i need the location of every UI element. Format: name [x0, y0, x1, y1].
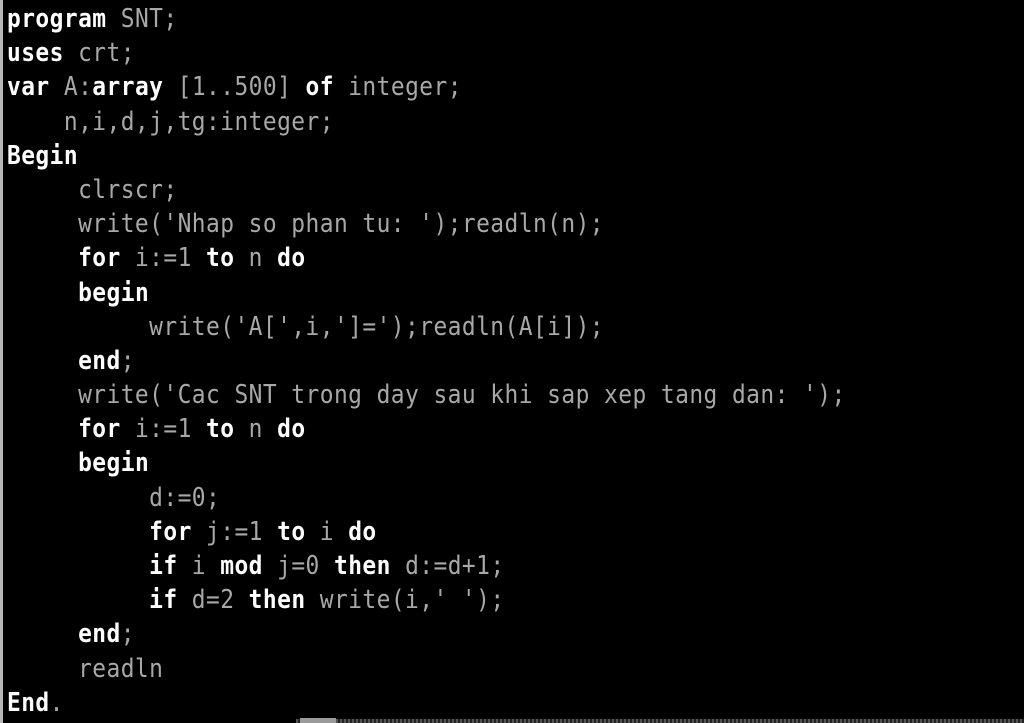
keyword-token: then	[248, 585, 306, 616]
keyword-token: for	[78, 243, 121, 274]
code-token: A:	[49, 72, 93, 103]
code-token: i:=1	[120, 243, 207, 274]
code-token: .	[49, 687, 64, 718]
code-line[interactable]: End.	[7, 686, 846, 720]
keyword-token: for	[149, 516, 192, 547]
keyword-token: do	[348, 516, 377, 547]
code-token: ;	[120, 345, 135, 376]
code-line[interactable]: end;	[7, 344, 846, 378]
code-line[interactable]: program SNT;	[7, 2, 846, 36]
keyword-token: array	[92, 72, 164, 103]
keyword-token: then	[333, 551, 391, 581]
code-token: n	[234, 243, 278, 274]
code-token: write(i,' ');	[305, 585, 505, 616]
keyword-token: End	[7, 687, 50, 718]
code-token: d:=0;	[7, 482, 221, 513]
code-line[interactable]: readln	[7, 652, 846, 686]
code-line[interactable]: var A:array [1..500] of integer;	[7, 70, 846, 104]
keyword-token: if	[149, 551, 178, 581]
code-token: crt;	[63, 38, 135, 69]
code-line[interactable]: n,i,d,j,tg:integer;	[7, 105, 846, 139]
code-token: ;	[120, 619, 135, 650]
code-token: readln	[7, 653, 164, 684]
code-token: i	[305, 516, 349, 547]
code-token: clrscr;	[7, 174, 178, 205]
code-token: SNT;	[106, 4, 178, 34]
code-line[interactable]: begin	[7, 446, 846, 480]
keyword-token: to	[206, 243, 235, 274]
keyword-token: uses	[7, 38, 64, 69]
code-token: write('Nhap so phan tu: ');readln(n);	[7, 209, 605, 240]
code-line[interactable]: end;	[7, 617, 846, 651]
code-line[interactable]: write('Cac SNT trong day sau khi sap xep…	[7, 378, 846, 412]
code-line[interactable]: for j:=1 to i do	[7, 515, 846, 549]
keyword-token: end	[78, 345, 121, 376]
code-token: write('Cac SNT trong day sau khi sap xep…	[7, 380, 846, 411]
horizontal-scrollbar[interactable]	[296, 719, 1024, 723]
code-line[interactable]: if i mod j=0 then d:=d+1;	[7, 549, 846, 583]
code-line[interactable]: Begin	[7, 139, 846, 173]
keyword-token: for	[78, 414, 121, 445]
keyword-token: Begin	[7, 140, 79, 171]
keyword-token: mod	[220, 551, 263, 581]
code-token: i	[177, 551, 221, 581]
keyword-token: program	[7, 4, 107, 34]
code-token: i:=1	[120, 414, 207, 445]
keyword-token: if	[149, 585, 178, 616]
keyword-token: to	[206, 414, 235, 445]
code-line[interactable]: write('A[',i,']=');readln(A[i]);	[7, 310, 846, 344]
code-line[interactable]: begin	[7, 276, 846, 310]
code-token: j:=1	[191, 516, 278, 547]
keyword-token: to	[277, 516, 306, 547]
keyword-token: var	[7, 72, 50, 103]
code-token: n,i,d,j,tg:integer;	[7, 106, 334, 137]
code-token: j=0	[262, 551, 334, 581]
code-token: d=2	[177, 585, 249, 616]
code-editor[interactable]: program SNT; uses crt; var A:array [1..500…	[7, 2, 846, 720]
code-line[interactable]: if d=2 then write(i,' ');	[7, 583, 846, 617]
code-line[interactable]: uses crt;	[7, 36, 846, 70]
code-line[interactable]: for i:=1 to n do	[7, 412, 846, 446]
keyword-token: do	[277, 414, 306, 445]
keyword-token: of	[305, 72, 334, 103]
code-token: [1..500]	[163, 72, 306, 103]
code-token: integer;	[333, 72, 462, 103]
code-line[interactable]: for i:=1 to n do	[7, 241, 846, 275]
code-token: n	[234, 414, 278, 445]
keyword-token: begin	[78, 277, 150, 308]
keyword-token: end	[78, 619, 121, 650]
keyword-token: do	[277, 243, 306, 274]
code-line[interactable]: clrscr;	[7, 173, 846, 207]
code-line[interactable]: write('Nhap so phan tu: ');readln(n);	[7, 207, 846, 241]
window-left-border	[0, 0, 3, 723]
code-token: d:=d+1;	[390, 551, 505, 581]
scrollbar-thumb[interactable]	[300, 718, 336, 723]
keyword-token: begin	[78, 448, 150, 479]
code-token: write('A[',i,']=');readln(A[i]);	[7, 311, 605, 342]
code-line[interactable]: d:=0;	[7, 481, 846, 515]
